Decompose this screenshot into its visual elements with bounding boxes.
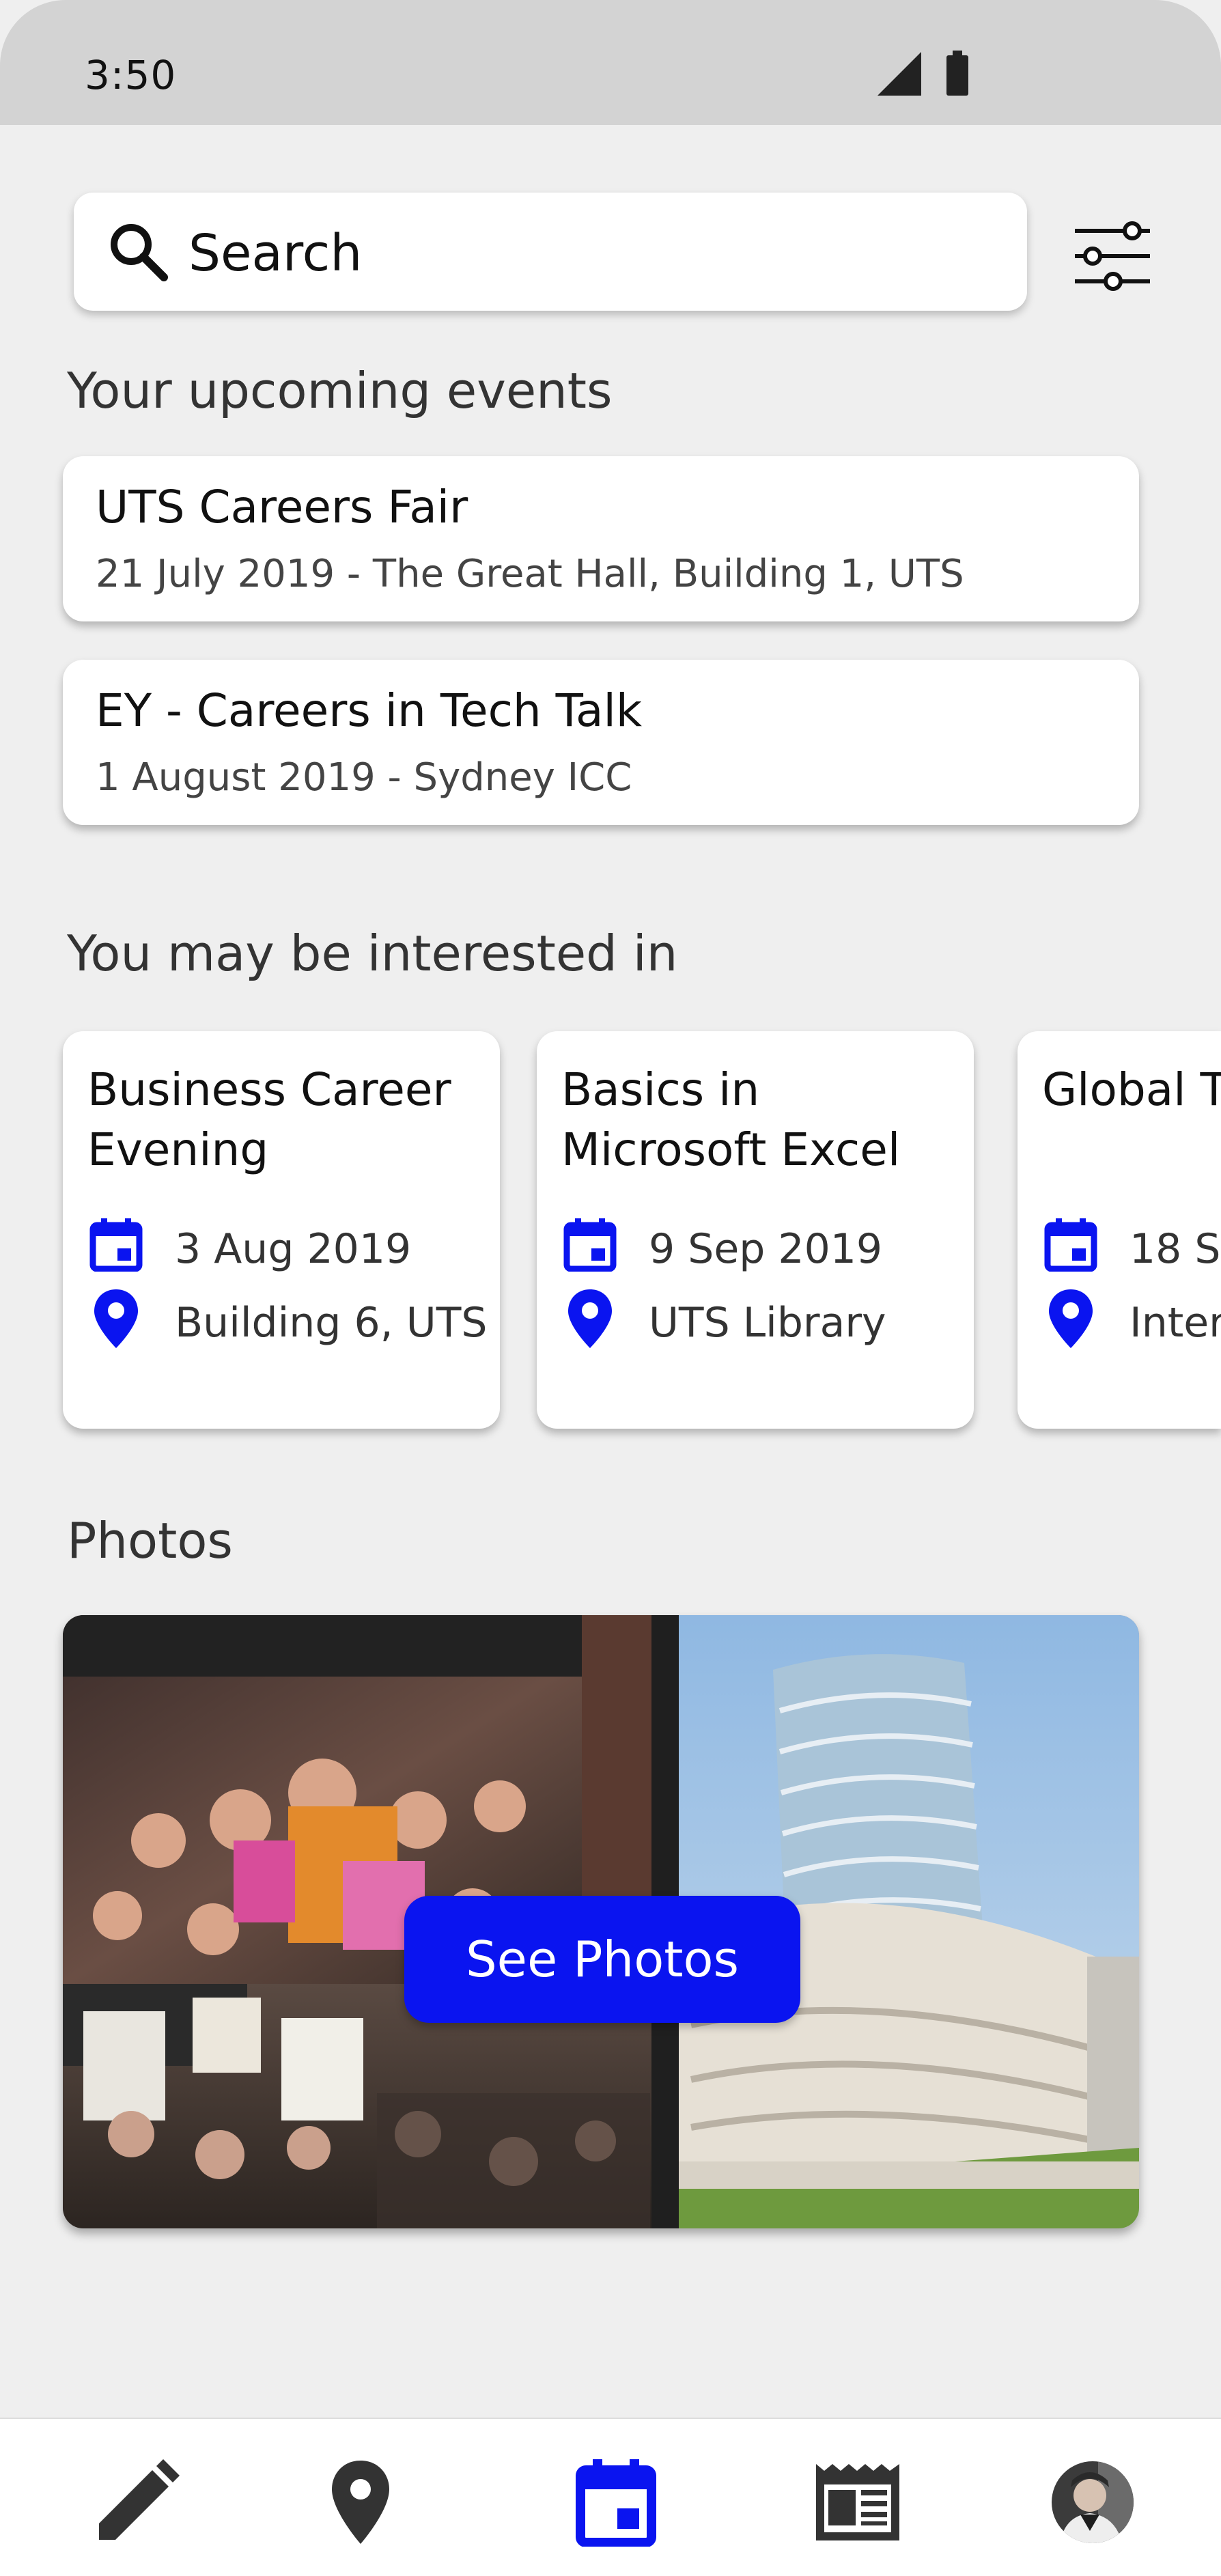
calendar-icon xyxy=(1044,1218,1097,1272)
event-details: 1 August 2019 - Sydney ICC xyxy=(96,755,632,800)
suggested-event-card[interactable]: Basics in Microsoft Excel 9 Sep 2019 UTS… xyxy=(537,1031,974,1429)
suggested-event-card[interactable]: Global Tr 18 SE Intern xyxy=(1018,1031,1221,1429)
status-bar: 3:50 xyxy=(0,0,1221,125)
location-pin-icon xyxy=(568,1289,612,1348)
location-pin-icon xyxy=(1049,1289,1093,1348)
see-photos-button[interactable]: See Photos xyxy=(404,1896,800,2023)
battery-icon xyxy=(946,51,968,96)
suggested-event-date: 18 SE xyxy=(1129,1225,1221,1273)
suggested-event-location: UTS Library xyxy=(649,1299,886,1347)
edit-icon xyxy=(99,2459,180,2540)
calendar-icon xyxy=(89,1218,143,1272)
calendar-icon xyxy=(563,1218,617,1272)
nav-news[interactable] xyxy=(810,2454,906,2550)
upcoming-event-card[interactable]: EY - Careers in Tech Talk 1 August 2019 … xyxy=(63,660,1139,825)
photos-heading: Photos xyxy=(67,1512,233,1569)
suggested-event-title: Basics in Microsoft Excel xyxy=(561,1063,901,1176)
news-icon xyxy=(816,2464,899,2540)
nav-map[interactable] xyxy=(313,2454,408,2550)
upcoming-event-card[interactable]: UTS Careers Fair 21 July 2019 - The Grea… xyxy=(63,456,1139,621)
app-screen: 3:50 Search Your upcoming events UTS Car… xyxy=(0,0,1221,2576)
location-pin-icon xyxy=(332,2461,389,2544)
status-time: 3:50 xyxy=(85,52,177,98)
suggested-event-title: Business Career Evening xyxy=(87,1063,451,1176)
filter-icon[interactable] xyxy=(1072,216,1153,296)
signal-icon xyxy=(878,52,921,96)
event-title: EY - Careers in Tech Talk xyxy=(96,684,643,737)
location-pin-icon xyxy=(94,1289,138,1348)
calendar-icon xyxy=(576,2459,656,2547)
suggested-event-title: Global Tr xyxy=(1042,1063,1221,1116)
nav-edit[interactable] xyxy=(89,2454,184,2550)
nav-events[interactable] xyxy=(568,2454,664,2550)
search-placeholder: Search xyxy=(188,224,363,283)
suggested-event-date: 3 Aug 2019 xyxy=(175,1225,412,1273)
event-details: 21 July 2019 - The Great Hall, Building … xyxy=(96,552,964,596)
interested-heading: You may be interested in xyxy=(67,925,678,982)
event-title: UTS Careers Fair xyxy=(96,481,468,533)
search-input[interactable]: Search xyxy=(74,193,1027,311)
suggested-event-card[interactable]: Business Career Evening 3 Aug 2019 Build… xyxy=(63,1031,500,1429)
nav-profile[interactable] xyxy=(1045,2454,1140,2550)
upcoming-events-heading: Your upcoming events xyxy=(67,362,613,419)
suggested-event-location: Building 6, UTS xyxy=(175,1299,488,1347)
suggested-event-location: Intern xyxy=(1129,1299,1221,1347)
search-icon xyxy=(111,224,168,281)
profile-avatar xyxy=(1052,2461,1134,2543)
suggested-event-date: 9 Sep 2019 xyxy=(649,1225,883,1273)
bottom-navigation xyxy=(0,2418,1221,2576)
